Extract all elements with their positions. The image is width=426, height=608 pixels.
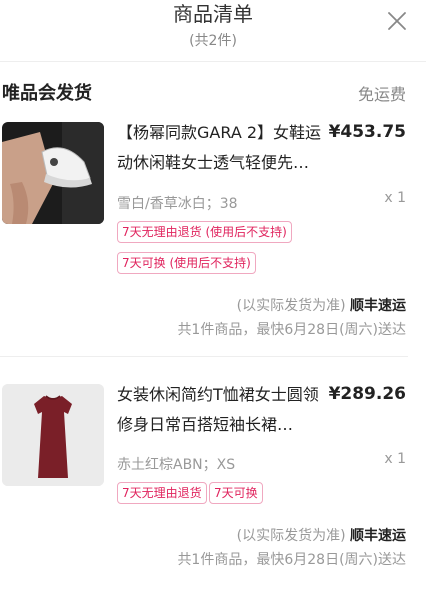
item-divider xyxy=(0,356,408,357)
product-quantity: x 1 xyxy=(384,451,406,467)
product-price: ¥289.26 xyxy=(328,384,406,404)
return-policy-tag: 7天无理由退货 (使用后不支持) xyxy=(117,221,292,243)
return-policy-tag: 7天无理由退货 xyxy=(117,482,207,504)
delivery-estimate: 共1件商品，最快6月28日(周六)送达 xyxy=(177,322,406,338)
product-name[interactable]: 女装休闲简约T恤裙女士圆领修身日常百搭短袖长裙… xyxy=(117,380,327,440)
dress-image-icon xyxy=(2,384,104,486)
store-row: 唯品会发货 免运费 xyxy=(0,77,426,107)
product-spec: 雪白/香草冰白；38 xyxy=(117,196,238,212)
product-price: ¥453.75 xyxy=(328,122,406,142)
sneaker-image-icon xyxy=(2,122,104,224)
shipping-carrier-line: (以实际发货为准) 顺丰速运 xyxy=(237,295,406,315)
product-image[interactable] xyxy=(2,384,104,486)
exchange-policy-tag: 7天可换 xyxy=(209,482,263,504)
product-image[interactable] xyxy=(2,122,104,224)
carrier-name: 顺丰速运 xyxy=(350,528,406,544)
product-name[interactable]: 【杨幂同款GARA 2】女鞋运动休闲鞋女士透气轻便先… xyxy=(117,118,327,178)
close-icon xyxy=(388,12,406,30)
product-spec: 赤土红棕ABN；XS xyxy=(117,457,236,473)
header: 商品清单 (共2件) xyxy=(0,0,426,62)
exchange-policy-tag: 7天可换 (使用后不支持) xyxy=(117,252,256,274)
delivery-estimate: 共1件商品，最快6月28日(周六)送达 xyxy=(177,552,406,568)
header-divider xyxy=(0,61,426,62)
close-button[interactable] xyxy=(386,10,408,32)
carrier-name: 顺丰速运 xyxy=(350,298,406,314)
page-title: 商品清单 xyxy=(173,2,253,26)
product-quantity: x 1 xyxy=(384,190,406,206)
item-count: (共2件) xyxy=(189,33,237,49)
store-name: 唯品会发货 xyxy=(2,83,92,104)
shipping-fee: 免运费 xyxy=(357,85,406,104)
shipping-carrier-line: (以实际发货为准) 顺丰速运 xyxy=(237,525,406,545)
shipping-note: (以实际发货为准) xyxy=(236,298,346,314)
shipping-note: (以实际发货为准) xyxy=(236,528,346,544)
